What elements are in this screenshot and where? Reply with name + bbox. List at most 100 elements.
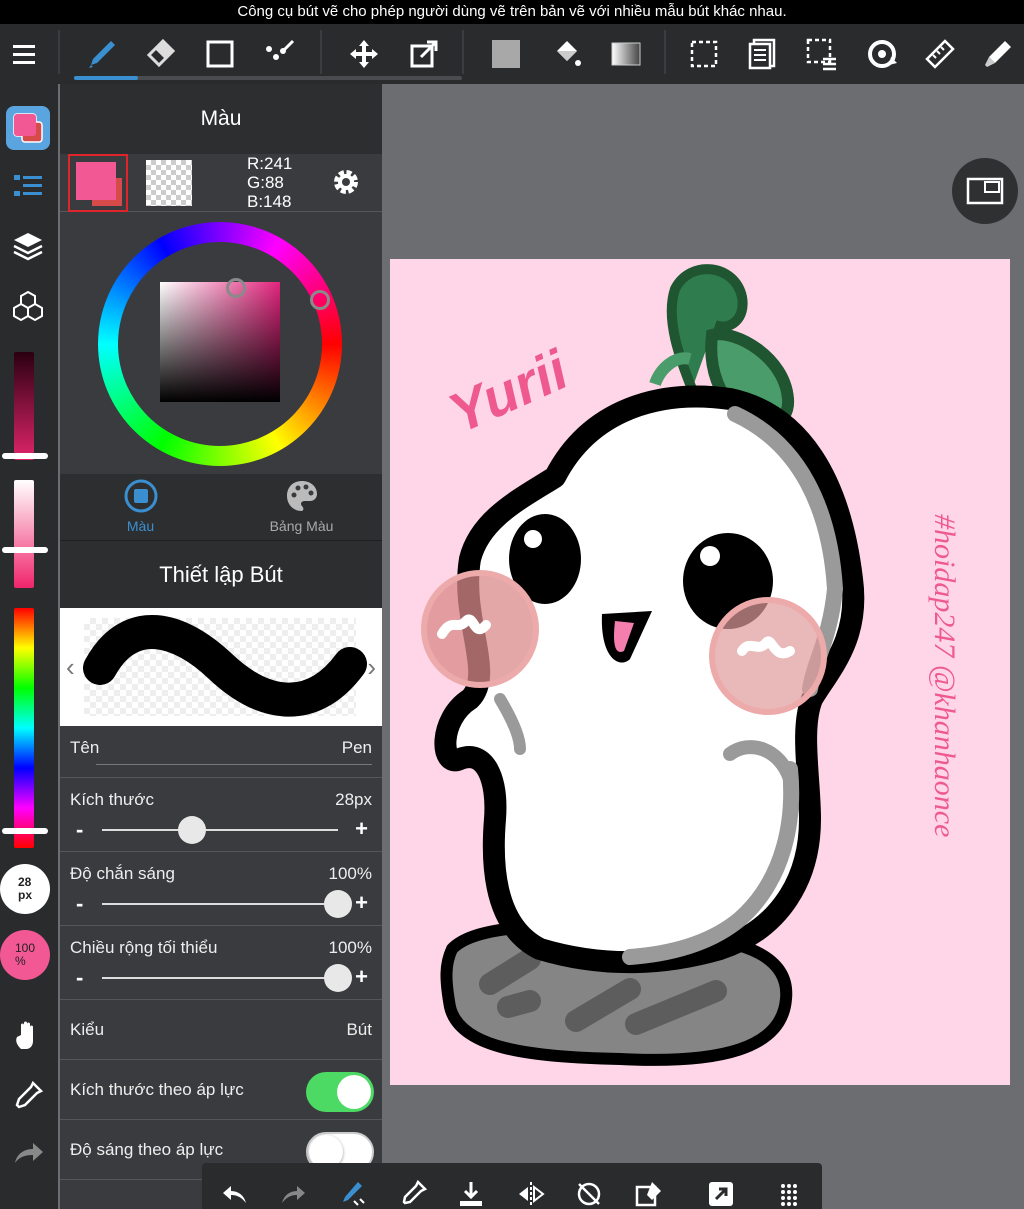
rgb-b: B:148 <box>247 192 292 211</box>
size-slider-thumb[interactable] <box>177 816 206 844</box>
materials-icon[interactable] <box>6 284 50 328</box>
opacity-slider-thumb[interactable] <box>324 890 352 918</box>
more-grid-icon[interactable] <box>770 1175 808 1209</box>
saturation-slider-thumb[interactable] <box>2 547 48 553</box>
min-width-decrease-button[interactable]: - <box>76 965 83 991</box>
opacity-increase-button[interactable]: + <box>355 890 368 916</box>
style-value[interactable]: Bút <box>346 1020 372 1040</box>
artwork: Yurii #hoidap247 @khanhaonce <box>421 264 961 1066</box>
stroke-preview: ‹ › <box>60 608 382 726</box>
navigator-toggle-button[interactable] <box>952 158 1018 224</box>
navigator-icon <box>966 177 1004 205</box>
pressure-size-row: Kích thước theo áp lực <box>60 1060 382 1120</box>
move-icon[interactable] <box>342 32 386 76</box>
undo-icon[interactable] <box>216 1175 254 1209</box>
opacity-row: Độ chắn sáng 100% - + <box>60 852 382 926</box>
pen-icon[interactable] <box>80 32 124 76</box>
canvas-title-text: Yurii <box>439 337 578 445</box>
brush-name-value[interactable]: Pen <box>342 738 372 758</box>
left-strip: 28 px 100 % <box>0 84 58 1209</box>
selection-mask-icon[interactable] <box>800 32 844 76</box>
ruler-icon[interactable] <box>918 32 962 76</box>
rotate-icon[interactable] <box>860 32 904 76</box>
drawing-canvas[interactable]: Yurii #hoidap247 @khanhaonce <box>390 259 1010 1085</box>
gear-icon[interactable] <box>326 162 366 202</box>
chevron-right-icon[interactable]: › <box>367 652 376 683</box>
eraser-icon[interactable] <box>138 32 182 76</box>
pressure-opacity-label: Độ sáng theo áp lực <box>70 1140 224 1159</box>
opacity-decrease-button[interactable]: - <box>76 891 83 917</box>
lasso-icon[interactable] <box>258 32 302 76</box>
hue-slider-thumb[interactable] <box>2 828 48 834</box>
redo-icon[interactable] <box>6 1132 50 1176</box>
hand-icon[interactable] <box>6 1014 50 1058</box>
brush-list-icon[interactable] <box>6 164 50 208</box>
share-icon[interactable] <box>702 1175 740 1209</box>
min-width-slider-thumb[interactable] <box>324 964 352 992</box>
brush-size-badge[interactable]: 28 px <box>0 864 50 914</box>
size-slider-track[interactable] <box>102 829 338 831</box>
fill-pen-icon[interactable] <box>976 32 1020 76</box>
select-icon[interactable] <box>682 32 726 76</box>
min-width-value: 100% <box>328 938 372 957</box>
layers-icon[interactable] <box>6 224 50 268</box>
style-row[interactable]: Kiểu Bút <box>60 1000 382 1060</box>
eyedropper-icon[interactable] <box>6 1074 50 1118</box>
transform-icon[interactable] <box>402 32 446 76</box>
name-underline <box>96 764 372 765</box>
canvas-side-text: #hoidap247 @khanhaonce <box>928 514 961 837</box>
size-row: Kích thước 28px - + <box>60 778 382 852</box>
color-tabs: Màu Bảng Màu <box>60 474 382 540</box>
gradient-icon[interactable] <box>604 32 648 76</box>
menu-icon[interactable] <box>2 32 46 76</box>
rectangle-icon[interactable] <box>198 32 242 76</box>
active-tool-underline <box>74 76 138 80</box>
sv-picker-ring[interactable] <box>226 278 246 298</box>
hue-slider[interactable] <box>14 608 34 848</box>
tab-color[interactable]: Màu <box>60 474 221 540</box>
pressure-size-toggle[interactable] <box>306 1072 374 1112</box>
min-width-row: Chiều rộng tối thiểu 100% - + <box>60 926 382 1000</box>
rgb-g: G:88 <box>247 173 284 192</box>
clear-layer-icon[interactable] <box>630 1175 668 1209</box>
main-color-swatch[interactable] <box>68 154 128 212</box>
brush-settings-title: Thiết lập Bút <box>60 540 382 608</box>
chevron-left-icon[interactable]: ‹ <box>66 652 75 683</box>
eyedropper-bottom-icon[interactable] <box>394 1175 432 1209</box>
toolbar-divider <box>462 30 464 74</box>
saturation-slider[interactable] <box>14 480 34 588</box>
size-label: Kích thước <box>70 790 154 809</box>
layer-list-icon[interactable] <box>740 32 784 76</box>
save-download-icon[interactable] <box>452 1175 490 1209</box>
rgb-r: R:241 <box>247 154 293 173</box>
opacity-slider-track[interactable] <box>102 903 338 905</box>
brightness-slider[interactable] <box>14 352 34 460</box>
bottom-toolbar <box>202 1163 822 1209</box>
brush-name-row[interactable]: Tên Pen <box>60 726 382 778</box>
bucket-icon[interactable] <box>544 32 588 76</box>
primary-color-chip <box>76 162 116 200</box>
min-width-label: Chiều rộng tối thiểu <box>70 938 218 957</box>
pen-eraser-switch-icon[interactable] <box>332 1175 370 1209</box>
size-increase-button[interactable]: + <box>355 816 368 842</box>
flip-horizontal-icon[interactable] <box>512 1175 550 1209</box>
size-value: 28px <box>335 790 372 809</box>
rotate-reset-icon[interactable] <box>570 1175 608 1209</box>
tab-palette[interactable]: Bảng Màu <box>221 474 382 540</box>
min-width-increase-button[interactable]: + <box>355 964 368 990</box>
transparent-color-swatch[interactable] <box>146 160 192 206</box>
color-panel-toggle-icon[interactable] <box>6 106 50 150</box>
min-width-slider-track[interactable] <box>102 977 338 979</box>
toolbar-divider <box>320 30 322 74</box>
opacity-badge[interactable]: 100 % <box>0 930 50 980</box>
color-wheel-area <box>60 212 382 474</box>
brightness-slider-thumb[interactable] <box>2 453 48 459</box>
saturation-value-square[interactable] <box>160 282 280 402</box>
side-panel: Màu R:241 G:88 B:148 Màu Bảng Màu Thiết … <box>60 84 382 1209</box>
brush-name-label: Tên <box>70 738 100 757</box>
toolbar-divider <box>58 30 60 74</box>
size-decrease-button[interactable]: - <box>76 817 83 843</box>
redo-bottom-icon[interactable] <box>274 1175 312 1209</box>
fill-color-icon[interactable] <box>484 32 528 76</box>
hue-picker-ring[interactable] <box>310 290 330 310</box>
